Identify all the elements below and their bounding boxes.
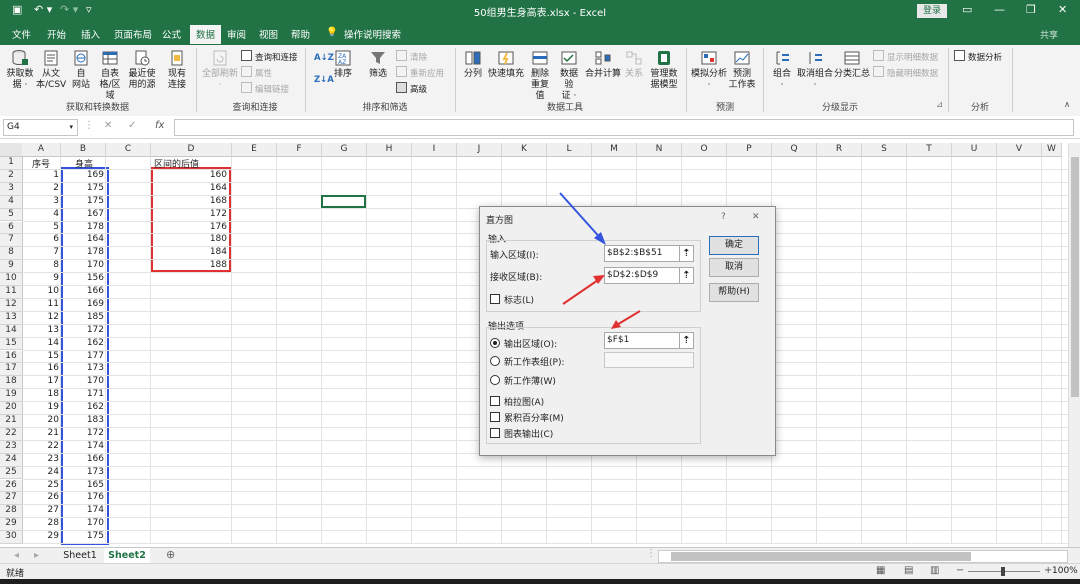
blue-arrow [559, 192, 604, 242]
annotation-arrows [559, 192, 641, 329]
red-arrowhead-output [611, 320, 621, 329]
red-arrow-output [614, 310, 641, 327]
red-arrow-bin [562, 277, 602, 305]
